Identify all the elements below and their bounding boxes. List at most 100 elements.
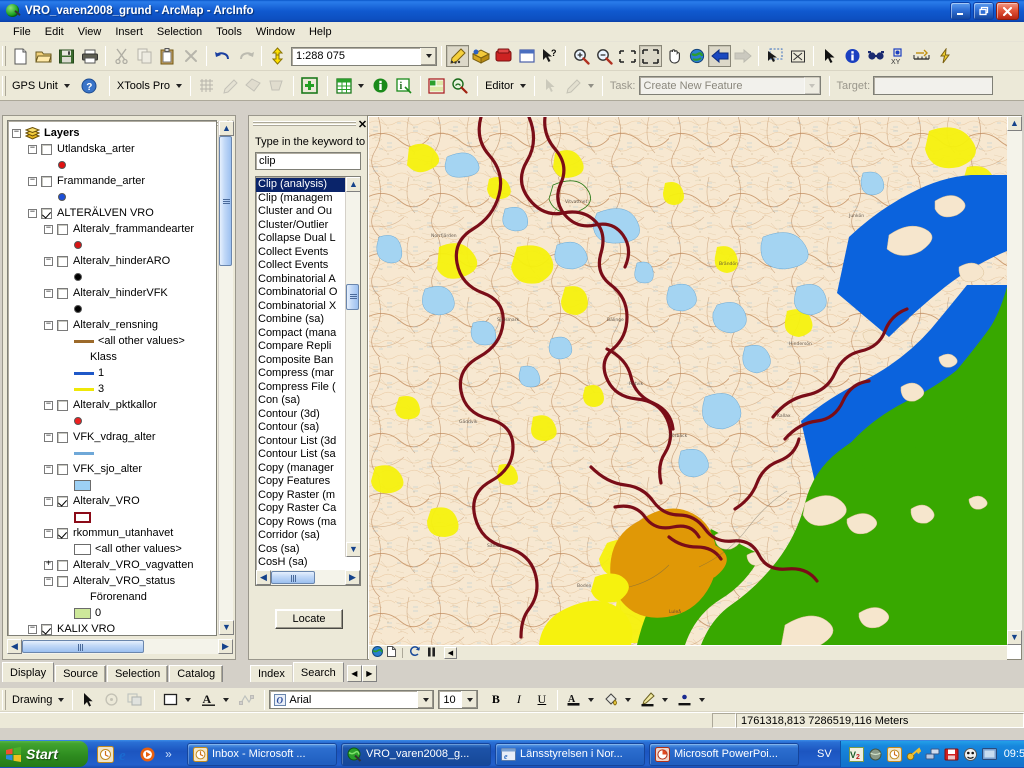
drawing-toolbar-grip[interactable] [2,689,6,710]
language-indicator[interactable]: SV [817,748,832,760]
vpn-icon[interactable]: V2 [848,746,864,762]
minimize-button[interactable] [950,2,971,20]
toc-scroll-left-button[interactable]: ◀ [7,639,22,654]
menu-edit[interactable]: Edit [38,24,71,40]
menu-selection[interactable]: Selection [150,24,209,40]
map-scale-combo[interactable]: 1:288 075 [291,46,437,66]
whats-this-icon[interactable]: ? [538,45,561,67]
globe-draw-icon[interactable] [372,646,383,660]
taskbar-item-lansstyrelsen[interactable]: e Länsstyrelsen i Nor... [495,742,645,766]
back-extent-icon[interactable] [708,45,731,67]
expander-collapse-icon[interactable]: − [28,175,37,186]
restore-button[interactable] [973,2,994,20]
taskbar-item-arcmap[interactable]: VRO_varen2008_g... [341,742,491,766]
help-question-icon[interactable]: ? [78,75,101,97]
model-builder-icon[interactable] [492,45,515,67]
expander-collapse-icon[interactable]: − [44,431,53,442]
zoom-in-icon[interactable] [570,45,593,67]
select-graphics-icon[interactable] [786,45,809,67]
text-tool-icon[interactable]: A [197,689,220,711]
print-icon[interactable] [78,45,101,67]
table-icon[interactable] [332,75,355,97]
italic-button[interactable]: I [507,689,530,711]
map-scroll-up-button[interactable]: ▲ [1007,116,1022,131]
save-icon[interactable] [55,45,78,67]
layer-node[interactable]: − Alteralv_VRO_status [12,573,216,589]
map-canvas[interactable]: Sjulsmark Bälinge Norrfjärden Kallax Rör… [369,117,1007,645]
info-icon[interactable] [369,75,392,97]
layer-visibility-checkbox[interactable] [41,207,52,219]
search-result-item[interactable]: CosH (sa) [256,556,360,570]
layer-visibility-checkbox[interactable] [41,623,52,635]
tab-source[interactable]: Source [55,665,106,682]
refresh-icon[interactable] [409,646,421,660]
clock-tray-icon[interactable] [886,746,902,762]
menu-insert[interactable]: Insert [108,24,150,40]
close-button[interactable] [996,2,1019,20]
text-dropdown-icon[interactable] [223,697,230,702]
toc-scroll-right-button[interactable]: ▶ [218,639,233,654]
key-icon[interactable] [906,746,922,762]
layer-node[interactable]: − Alteralv_hinderARO [12,253,216,269]
select-features-icon[interactable] [763,45,786,67]
layer-visibility-checkbox[interactable] [57,495,68,507]
search-results-vertical-scrollbar[interactable]: ▲ ▼ [345,177,360,557]
marker-color-icon[interactable] [673,689,696,711]
sketch-dropdown-icon[interactable] [587,83,594,88]
expander-collapse-icon[interactable]: − [44,463,53,474]
locate-button[interactable]: Locate [275,609,343,629]
expander-collapse-icon[interactable]: − [44,319,53,330]
editor-menu-label[interactable]: Editor [482,80,517,92]
antivirus-icon[interactable] [963,747,978,762]
expander-collapse-icon[interactable]: − [44,495,53,506]
screen-icon[interactable] [981,747,997,762]
xtools-pro-label[interactable]: XTools Pro [114,80,173,92]
edit-tool-icon[interactable] [539,75,562,97]
pan-icon[interactable] [662,45,685,67]
rotate-icon[interactable] [100,689,123,711]
search-scroll-up-button[interactable]: ▲ [346,177,360,192]
menu-file[interactable]: File [6,24,38,40]
toc-scroll-thumb[interactable] [219,136,232,266]
start-button[interactable]: Start [0,741,88,767]
measure-icon[interactable] [910,45,933,67]
go-to-xy-icon[interactable]: XY [887,45,910,67]
toc-scroll-up-button[interactable]: ▲ [219,121,234,136]
expander-collapse-icon[interactable]: − [28,623,37,634]
page-icon[interactable] [387,646,396,660]
layer-visibility-checkbox[interactable] [57,559,68,571]
network-icon[interactable] [868,747,883,762]
hyperlink-icon[interactable] [933,45,956,67]
pause-icon[interactable] [427,647,436,660]
fill-color-icon[interactable] [599,689,622,711]
toolbar-grip-2[interactable] [2,75,6,96]
attribute-table-icon[interactable] [425,75,448,97]
paste-icon[interactable] [156,45,179,67]
pencil-icon[interactable] [218,75,241,97]
find-icon[interactable] [864,45,887,67]
new-document-icon[interactable] [9,45,32,67]
layer-visibility-checkbox[interactable] [41,175,52,187]
internet-explorer-icon[interactable]: e [118,746,135,764]
menu-tools[interactable]: Tools [209,24,249,40]
toc-tree-container[interactable]: − Layers − Utlandska_arter − Frammande_arter −… [7,120,217,636]
drawing-dropdown-icon[interactable] [58,697,65,702]
gps-unit-dropdown-icon[interactable] [63,83,70,88]
search-hscroll-left-button[interactable]: ◀ [256,570,271,585]
map-scroll-down-button[interactable]: ▼ [1007,630,1022,645]
search-panel-drag-grip[interactable] [253,121,356,127]
add-feature-icon[interactable] [298,75,321,97]
layer-node[interactable]: − Alteralv_hinderVFK [12,285,216,301]
expander-collapse-icon[interactable]: − [44,287,53,298]
layer-node[interactable]: − Alteralv_pktkallor [12,397,216,413]
task-combo[interactable]: Create New Feature [638,76,821,95]
layer-visibility-checkbox[interactable] [57,399,68,411]
expander-collapse-icon[interactable]: − [44,399,53,410]
layer-node[interactable]: − Alteralv_rensning [12,317,216,333]
rectangle-dropdown-icon[interactable] [185,697,192,702]
search-scroll-thumb[interactable] [346,284,359,310]
marker-color-dropdown-icon[interactable] [699,697,706,702]
layer-node[interactable]: − VFK_sjo_alter [12,461,216,477]
overlay-icon[interactable] [241,75,264,97]
expander-collapse-icon[interactable]: − [44,223,53,234]
